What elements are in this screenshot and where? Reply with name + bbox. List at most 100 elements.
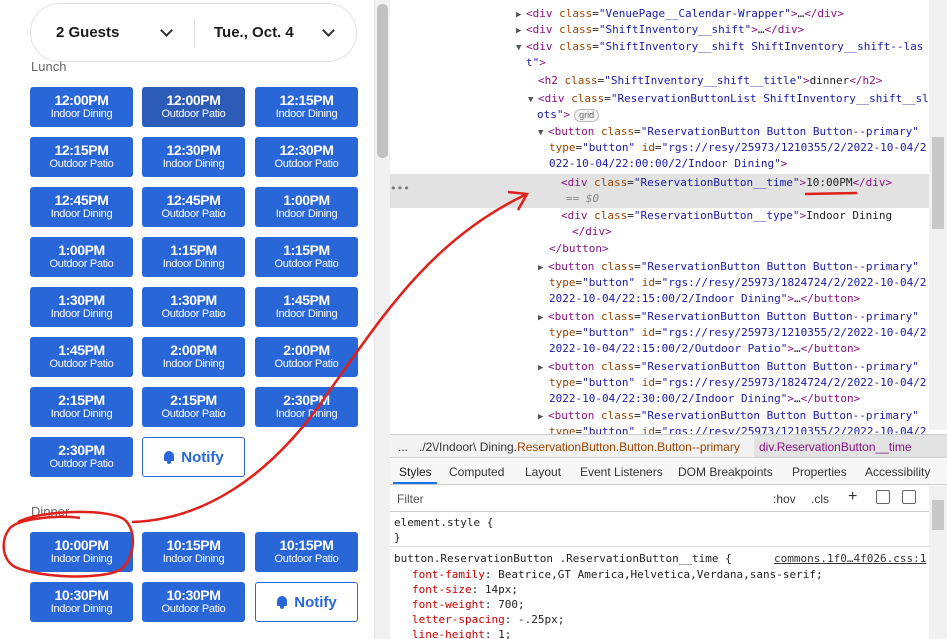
time-slot-button[interactable]: 1:30PM Outdoor Patio <box>142 287 245 327</box>
time-slot-button[interactable]: 12:45PM Indoor Dining <box>30 187 133 227</box>
time-slot-button[interactable]: 10:15PM Outdoor Patio <box>255 532 358 572</box>
breadcrumb-item[interactable]: ./2\/Indoor\ Dining.ReservationButton.Bu… <box>419 440 740 454</box>
hover-state-toggle[interactable]: :hov <box>773 492 796 506</box>
css-property[interactable]: line-height: 1; <box>412 627 511 639</box>
dom-node[interactable]: ▶ <button class="ReservationButton Button… <box>538 259 919 276</box>
dom-node[interactable]: ▼ <div class="ReservationButtonList Shift… <box>528 91 929 108</box>
slot-type: Indoor Dining <box>275 308 338 320</box>
css-property[interactable]: font-family: Beatrice,GT America,Helveti… <box>412 567 823 582</box>
dom-node[interactable]: ▶ <div class="VenuePage__Calendar-Wrapper… <box>516 6 844 23</box>
class-toggle[interactable]: .cls <box>811 492 829 506</box>
tab-properties[interactable]: Properties <box>792 465 847 479</box>
tab-accessibility[interactable]: Accessibility <box>865 465 930 479</box>
time-slot-button[interactable]: 2:00PM Outdoor Patio <box>255 337 358 377</box>
tab-computed[interactable]: Computed <box>449 465 504 479</box>
dom-node[interactable]: ▼ <div class="ShiftInventory__shift Shift… <box>516 39 923 56</box>
dom-node[interactable]: ▶ <div class="ShiftInventory__shift">…</d… <box>516 22 804 39</box>
styles-filterbar: :hov .cls + <box>390 486 947 512</box>
slot-time: 10:00PM <box>54 537 109 553</box>
element-style-selector[interactable]: element.style { <box>394 515 493 530</box>
dom-node-cont: type="button" id="rgs://resy/25973/12103… <box>549 141 927 154</box>
grid-badge[interactable]: grid <box>574 109 600 122</box>
styles-scrollbar[interactable] <box>929 486 947 639</box>
chevron-down-icon <box>160 24 173 37</box>
dom-close: </button> <box>549 242 609 255</box>
tab-styles[interactable]: Styles <box>399 465 432 479</box>
date-label: Tue., Oct. 4 <box>214 24 294 41</box>
time-slot-button[interactable]: 1:45PM Outdoor Patio <box>30 337 133 377</box>
time-slot-button[interactable]: 1:00PM Indoor Dining <box>255 187 358 227</box>
tab-layout[interactable]: Layout <box>525 465 561 479</box>
slot-time: 10:30PM <box>166 587 221 603</box>
dom-node-cont: 022-10-04/22:00:00/2/Indoor Dining"> <box>549 157 788 170</box>
time-slot-button[interactable]: 2:30PM Indoor Dining <box>255 387 358 427</box>
css-property[interactable]: font-weight: 700; <box>412 597 525 612</box>
slot-type: Outdoor Patio <box>49 358 114 370</box>
css-property[interactable]: letter-spacing: -.25px; <box>412 612 564 627</box>
paint-icon[interactable] <box>876 490 890 504</box>
breadcrumb-more[interactable]: ... <box>398 440 408 454</box>
dom-node[interactable]: ▶ <button class="ReservationButton Button… <box>538 408 919 425</box>
scrollbar-thumb[interactable] <box>377 4 388 158</box>
time-slot-button[interactable]: 1:15PM Indoor Dining <box>142 237 245 277</box>
dom-node[interactable]: ▶ <button class="ReservationButton Button… <box>538 359 919 376</box>
dom-scrollbar[interactable] <box>929 0 947 430</box>
time-slot-button[interactable]: 12:15PM Indoor Dining <box>255 87 358 127</box>
time-slot-button[interactable]: 1:00PM Outdoor Patio <box>30 237 133 277</box>
dom-node[interactable]: ▼ <button class="ReservationButton Button… <box>538 124 919 141</box>
lunch-notify-button[interactable]: Notify <box>142 437 245 477</box>
slot-time: 10:30PM <box>54 587 109 603</box>
time-slot-button[interactable]: 12:00PM Outdoor Patio <box>142 87 245 127</box>
node-menu-icon[interactable]: ••• <box>390 181 410 197</box>
css-property[interactable]: font-size: 14px; <box>412 582 518 597</box>
chevron-down-icon <box>322 24 335 37</box>
scrollbar-thumb[interactable] <box>932 500 944 530</box>
time-slot-button[interactable]: 1:30PM Indoor Dining <box>30 287 133 327</box>
time-slot-button[interactable]: 10:15PM Indoor Dining <box>142 532 245 572</box>
notify-label: Notify <box>181 448 224 466</box>
dom-node-cont: type="button" id="rgs://resy/25973/12103… <box>549 425 927 434</box>
styles-filter-input[interactable] <box>393 488 763 509</box>
dom-node[interactable]: <h2 class="ShiftInventory__shift__title"… <box>538 73 882 89</box>
dom-node-cont: 2022-10-04/22:30:00/2/Indoor Dining">…</… <box>549 392 861 405</box>
slot-type: Outdoor Patio <box>161 108 226 120</box>
stylesheet-link[interactable]: commons.1f0…4f026.css:1 <box>774 551 926 566</box>
dom-node[interactable]: ▶ <button class="ReservationButton Button… <box>538 309 919 326</box>
time-slot-button[interactable]: 12:00PM Indoor Dining <box>30 87 133 127</box>
time-slot-button[interactable]: 12:30PM Indoor Dining <box>142 137 245 177</box>
dom-node[interactable]: <div class="ReservationButton__type">Ind… <box>561 208 892 224</box>
date-dropdown[interactable]: Tue., Oct. 4 <box>214 4 354 61</box>
dinner-notify-button[interactable]: Notify <box>255 582 358 622</box>
time-slot-button[interactable]: 10:30PM Outdoor Patio <box>142 582 245 622</box>
time-slot-button[interactable]: 10:00PM Indoor Dining <box>30 532 133 572</box>
time-slot-button[interactable]: 1:45PM Indoor Dining <box>255 287 358 327</box>
dom-node-cont: type="button" id="rgs://resy/25973/12103… <box>549 326 927 339</box>
slot-type: Outdoor Patio <box>274 258 339 270</box>
slot-type: Indoor Dining <box>162 358 225 370</box>
time-slot-button[interactable]: 10:30PM Indoor Dining <box>30 582 133 622</box>
time-slot-button[interactable]: 12:15PM Outdoor Patio <box>30 137 133 177</box>
slot-type: Indoor Dining <box>50 308 113 320</box>
slot-time: 12:15PM <box>54 142 109 158</box>
dom-node-selected[interactable]: <div class="ReservationButton__time">10:… <box>561 175 892 191</box>
time-slot-button[interactable]: 2:15PM Outdoor Patio <box>142 387 245 427</box>
new-rule-button[interactable]: + <box>848 488 857 506</box>
page-scrollbar[interactable] <box>374 0 390 639</box>
scrollbar-thumb[interactable] <box>932 137 944 229</box>
time-slot-button[interactable]: 1:15PM Outdoor Patio <box>255 237 358 277</box>
lunch-label: Lunch <box>31 59 67 74</box>
time-slot-button[interactable]: 2:15PM Indoor Dining <box>30 387 133 427</box>
breadcrumb-current[interactable]: div.ReservationButton__time <box>759 440 912 454</box>
slot-time: 10:15PM <box>166 537 221 553</box>
tab-dom-breakpoints[interactable]: DOM Breakpoints <box>678 465 773 479</box>
time-slot-button[interactable]: 2:00PM Indoor Dining <box>142 337 245 377</box>
sidebar-toggle-icon[interactable] <box>902 490 916 504</box>
guests-dropdown[interactable]: 2 Guests <box>56 4 186 61</box>
rule-selector[interactable]: button.ReservationButton .ReservationBut… <box>394 551 732 566</box>
slot-time: 1:45PM <box>283 292 330 308</box>
tab-event-listeners[interactable]: Event Listeners <box>580 465 663 479</box>
time-slot-button[interactable]: 12:45PM Outdoor Patio <box>142 187 245 227</box>
time-slot-button[interactable]: 12:30PM Outdoor Patio <box>255 137 358 177</box>
time-slot-button[interactable]: 2:30PM Outdoor Patio <box>30 437 133 477</box>
slot-time: 12:00PM <box>54 92 109 108</box>
